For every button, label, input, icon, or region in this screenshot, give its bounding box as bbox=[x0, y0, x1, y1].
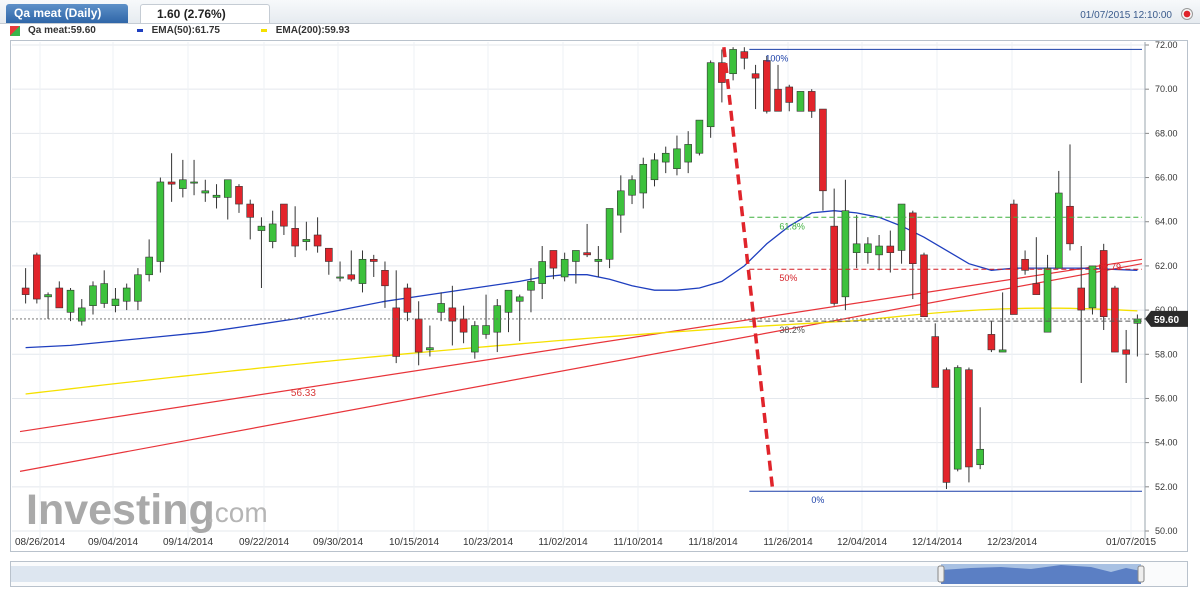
change-tab[interactable]: 1.60 (2.76%) bbox=[140, 4, 270, 23]
navigator-bar[interactable] bbox=[10, 561, 1188, 587]
navigator-history-band bbox=[11, 566, 941, 582]
legend-price: Qa meat:59.60 bbox=[28, 25, 96, 36]
chart-legend: Qa meat:59.60 EMA(50):61.75 EMA(200):59.… bbox=[10, 25, 350, 39]
chart-frame[interactable] bbox=[10, 40, 1188, 552]
legend-ema50: EMA(50):61.75 bbox=[151, 25, 220, 36]
ema50-swatch bbox=[136, 29, 143, 32]
navigator-right-handle[interactable] bbox=[1137, 565, 1145, 583]
symbol-tab[interactable]: Qa meat (Daily) bbox=[6, 4, 128, 23]
navigator-svg bbox=[11, 564, 1145, 584]
ema200-swatch bbox=[260, 29, 267, 32]
legend-ema200: EMA(200):59.93 bbox=[275, 25, 350, 36]
candlestick-icon bbox=[10, 25, 20, 36]
datetime-label: 01/07/2015 12:10:00 bbox=[1080, 10, 1172, 21]
record-icon[interactable] bbox=[1181, 8, 1193, 20]
chart-header: Qa meat (Daily) 1.60 (2.76%) 01/07/2015 … bbox=[0, 0, 1200, 24]
navigator-left-handle[interactable] bbox=[937, 565, 945, 583]
